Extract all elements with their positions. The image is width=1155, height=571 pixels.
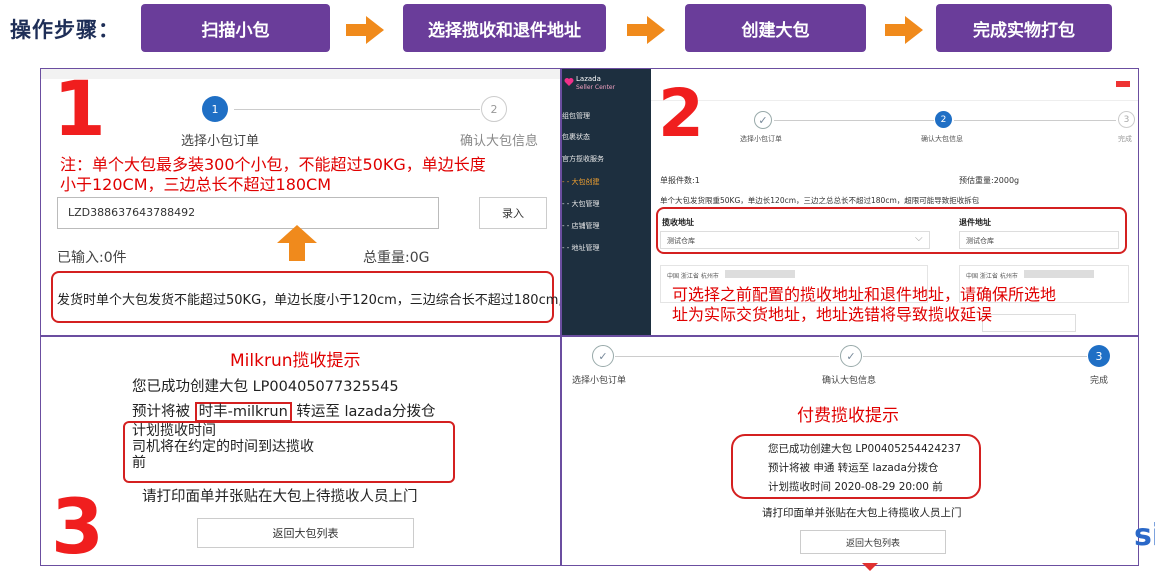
carrier-suffix: 转运至 lazada分拨仓 bbox=[296, 404, 436, 420]
return-select[interactable]: 测试仓库 bbox=[959, 231, 1119, 249]
result-line: 您已成功创建大包 LP00405254424237 bbox=[768, 443, 962, 455]
step-label: 选择小包订单 bbox=[740, 135, 782, 143]
edge-logo-text: si bbox=[1134, 518, 1155, 553]
step-label: 确认大包信息 bbox=[921, 135, 963, 143]
carrier-name: 时丰-milkrun bbox=[194, 402, 292, 422]
success-message: 您已成功创建大包 LP00405077325545 bbox=[132, 379, 399, 395]
panel-scan: 1 1 2 选择小包订单 确认大包信息 注：单个大包最多装300个小包，不能超过… bbox=[40, 68, 561, 336]
panel-number: 1 bbox=[53, 68, 106, 153]
sidebar-item-manage[interactable]: - - 大包管理 bbox=[562, 199, 600, 209]
menu-flag-icon[interactable] bbox=[1116, 81, 1130, 87]
chevron-down-icon: ⌵ bbox=[915, 233, 923, 244]
total-weight: 总重量:0G bbox=[363, 250, 430, 266]
limit-note-line: 小于120CM，三边总长不超过180CM bbox=[60, 175, 332, 194]
panel-paid-pickup: ✓ ✓ 3 选择小包订单 确认大包信息 完成 付费揽收提示 您已成功创建大包 L… bbox=[561, 336, 1139, 566]
brand-name: Lazada bbox=[576, 75, 601, 83]
tracking-input[interactable]: LZD388637643788492 bbox=[57, 197, 439, 229]
pickup-label: 揽收地址 bbox=[662, 218, 694, 227]
step-connector bbox=[863, 356, 1087, 357]
step-connector bbox=[615, 356, 839, 357]
schedule-line: 前 bbox=[132, 455, 146, 471]
step-connector bbox=[954, 120, 1116, 121]
step-label: 选择小包订单 bbox=[181, 134, 260, 149]
step-create-big-package: 创建大包 bbox=[685, 4, 866, 52]
address-tip: 可选择之前配置的揽收地址和退件地址，请确保所选地 址为实际交货地址，地址选错将导… bbox=[672, 285, 1056, 325]
entered-count: 已输入:0件 bbox=[57, 250, 127, 266]
step-indicator-active: 3 bbox=[1088, 345, 1110, 367]
result-line: 计划揽收时间 2020-08-29 20:00 前 bbox=[768, 481, 943, 493]
return-label: 退件地址 bbox=[959, 218, 991, 227]
check-icon: ✓ bbox=[754, 111, 772, 129]
return-address-text: 中国 浙江省 杭州市 bbox=[966, 273, 1018, 280]
sidebar-item-status[interactable]: 包裹状态 bbox=[562, 132, 590, 142]
sidebar-item-create[interactable]: - - 大包创建 bbox=[562, 177, 600, 187]
pickup-select-value: 测试仓库 bbox=[667, 237, 695, 245]
panel-number: 2 bbox=[658, 75, 704, 152]
step-label: 完成 bbox=[1090, 376, 1109, 386]
pickup-select[interactable]: 测试仓库 ⌵ bbox=[660, 231, 930, 249]
warning-text: 发货时单个大包发货不能超过50KG，单边长度小于120cm，三边综合长不超过18… bbox=[57, 293, 561, 308]
print-instruction: 请打印面单并张贴在大包上待揽收人员上门 bbox=[762, 507, 962, 519]
schedule-text: 计划揽收时间 司机将在约定的时间到达揽收 前 bbox=[132, 423, 314, 471]
brand-subtitle: Seller Center bbox=[576, 84, 616, 91]
step-connector bbox=[234, 109, 480, 110]
topbar bbox=[651, 69, 1138, 101]
step-label: 完成 bbox=[1118, 135, 1132, 143]
step-scan-packages: 扫描小包 bbox=[141, 4, 330, 52]
carrier-message: 预计将被 时丰-milkrun 转运至 lazada分拨仓 bbox=[132, 400, 436, 422]
limit-note: 单个大包发货限重50KG，单边长120cm，三边之总总长不超过180cm，超限可… bbox=[660, 196, 980, 205]
address-tip-line: 址为实际交货地址，地址选错将导致揽收延误 bbox=[672, 305, 993, 324]
step-label: 选择小包订单 bbox=[572, 376, 627, 386]
step-indicator: 3 bbox=[1118, 111, 1135, 128]
panel-address: Lazada Seller Center 组包管理 包裹状态 官方揽收服务 - … bbox=[561, 68, 1139, 336]
arrow-right-icon bbox=[627, 16, 665, 44]
limit-note: 注：单个大包最多装300个小包，不能超过50KG，单边长度 小于120CM，三边… bbox=[60, 155, 486, 195]
pickup-address-text: 中国 浙江省 杭州市 bbox=[667, 273, 719, 280]
blurred-detail bbox=[725, 270, 795, 278]
sidebar-item-store[interactable]: - - 店铺管理 bbox=[562, 221, 600, 231]
arrow-up-icon bbox=[277, 225, 317, 261]
address-tip-line: 可选择之前配置的揽收地址和退件地址，请确保所选地 bbox=[672, 285, 1057, 304]
sidebar-item-address[interactable]: - - 地址管理 bbox=[562, 243, 600, 253]
result-line: 预计将被 申通 转运至 lazada分拨仓 bbox=[768, 462, 939, 474]
panel-number: 3 bbox=[51, 482, 104, 566]
arrow-right-icon bbox=[346, 16, 384, 44]
schedule-line: 计划揽收时间 bbox=[132, 423, 216, 439]
check-icon: ✓ bbox=[592, 345, 614, 367]
blurred-detail bbox=[1024, 270, 1094, 278]
paid-pickup-title: 付费揽收提示 bbox=[797, 406, 899, 426]
step-finish-packing: 完成实物打包 bbox=[936, 4, 1112, 52]
back-to-list-button[interactable]: 返回大包列表 bbox=[800, 530, 946, 554]
arrow-right-icon bbox=[885, 16, 923, 44]
print-instruction: 请打印面单并张贴在大包上待揽收人员上门 bbox=[142, 489, 418, 505]
step-connector bbox=[774, 120, 934, 121]
sidebar-item-bundle[interactable]: 组包管理 bbox=[562, 111, 590, 121]
result-text: 您已成功创建大包 LP00405254424237 预计将被 申通 转运至 la… bbox=[768, 440, 961, 497]
panel-milkrun: Milkrun揽收提示 您已成功创建大包 LP00405077325545 预计… bbox=[40, 336, 561, 566]
step-label: 确认大包信息 bbox=[460, 134, 539, 149]
step-label: 确认大包信息 bbox=[822, 376, 877, 386]
estimated-weight: 预估重量:2000g bbox=[959, 176, 1020, 185]
back-to-list-button[interactable]: 返回大包列表 bbox=[197, 518, 414, 548]
sidebar-item-pickup-service[interactable]: 官方揽收服务 bbox=[562, 154, 604, 164]
lazada-heart-icon bbox=[564, 78, 574, 86]
step-indicator-active: 1 bbox=[202, 96, 228, 122]
check-icon: ✓ bbox=[840, 345, 862, 367]
step-select-address: 选择揽收和退件地址 bbox=[403, 4, 606, 52]
schedule-line: 司机将在约定的时间到达揽收 bbox=[132, 439, 314, 455]
milkrun-title: Milkrun揽收提示 bbox=[230, 351, 361, 371]
step-indicator-active: 2 bbox=[935, 111, 952, 128]
sidebar: Lazada Seller Center 组包管理 包裹状态 官方揽收服务 - … bbox=[562, 69, 651, 335]
limit-note-line: 注：单个大包最多装300个小包，不能超过50KG，单边长度 bbox=[60, 155, 486, 174]
steps-title: 操作步骤： bbox=[10, 18, 120, 42]
enter-button[interactable]: 录入 bbox=[479, 197, 547, 229]
step-indicator: 2 bbox=[481, 96, 507, 122]
carrier-prefix: 预计将被 bbox=[132, 404, 190, 420]
return-select-value: 测试仓库 bbox=[966, 237, 994, 245]
package-count: 单报件数:1 bbox=[660, 176, 700, 185]
bottom-arrow-icon bbox=[862, 563, 878, 571]
